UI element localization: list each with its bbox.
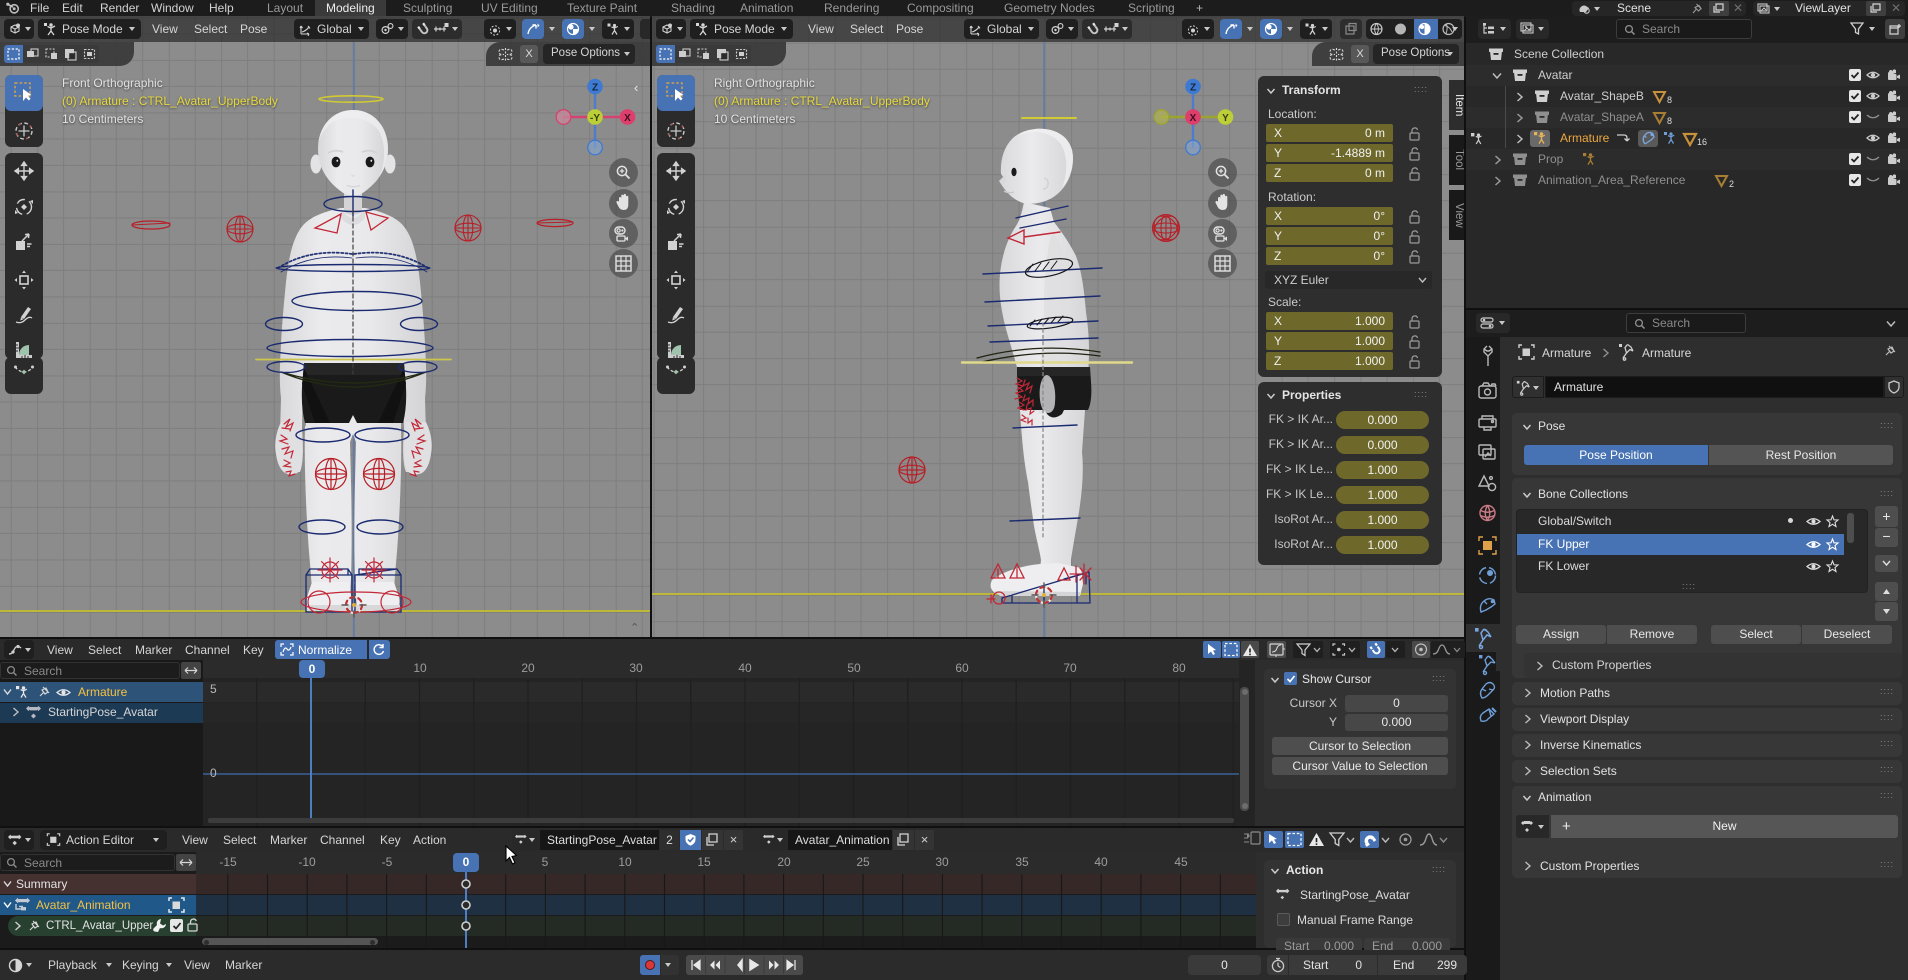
- svg-text:X: X: [624, 113, 631, 124]
- svg-text:Z: Z: [592, 83, 598, 94]
- svg-text:-Y: -Y: [590, 113, 600, 124]
